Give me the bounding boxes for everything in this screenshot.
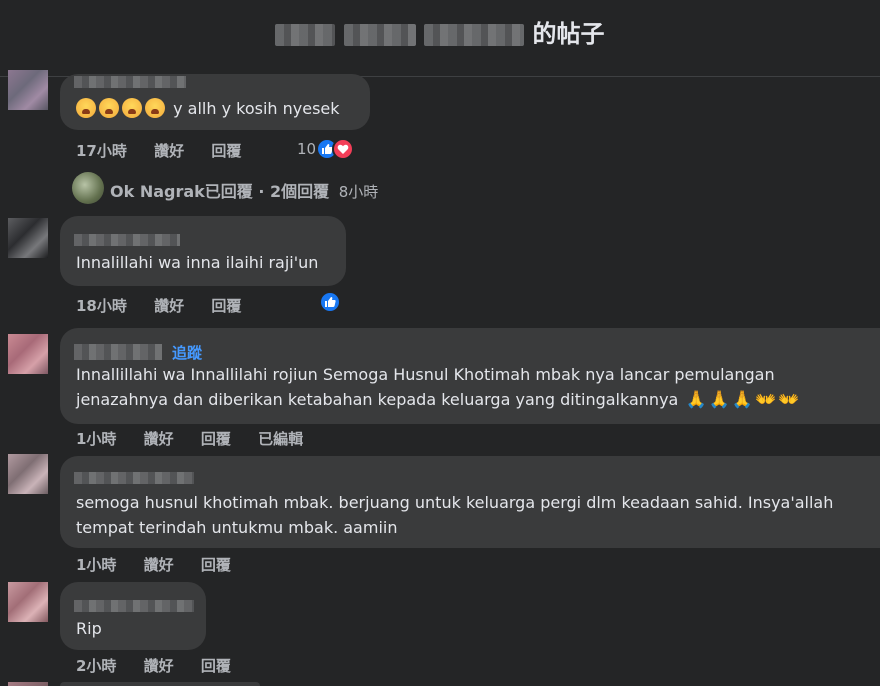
reply-button[interactable]: 回覆 [211,297,241,315]
cry-emoji [76,98,96,118]
view-replies-link[interactable]: Ok Nagrak已回覆 · 2個回覆 8小時 [110,178,378,202]
pray-emoji: 🙏 [708,390,730,410]
title-suffix: 的帖子 [532,20,605,48]
comment-time[interactable]: 17小時 [76,142,127,160]
comment-bubble: semoga husnul khotimah mbak. berjuang un… [60,456,880,548]
comment-bubble [60,682,260,686]
comment-actions: 1小時 讚好 回覆 [76,554,253,575]
commenter-name[interactable] [74,234,180,246]
comment-text: Innalillahi wa inna ilaihi raji'un [76,253,319,272]
avatar[interactable] [8,334,48,374]
comment-time[interactable]: 1小時 [76,430,116,448]
like-button[interactable]: 讚好 [144,430,174,448]
comment-actions: 1小時 讚好 回覆 已編輯 [76,428,325,449]
like-button[interactable]: 讚好 [144,657,174,675]
like-button[interactable]: 讚好 [144,556,174,574]
avatar[interactable] [8,70,48,110]
pray-emoji: 🙏 [731,390,753,410]
comment-bubble: 追蹤 Innallillahi wa Innallilahi rojiun Se… [60,328,880,424]
reply-button[interactable]: 回覆 [201,657,231,675]
cry-emoji [99,98,119,118]
comment-bubble: Innalillahi wa inna ilaihi raji'un [60,216,346,286]
comment-actions: 18小時 讚好 回覆 [76,295,263,316]
reaction-summary[interactable] [319,291,341,313]
blurred-name [343,24,416,46]
comment-text: y allh y kosih nyesek [76,96,340,121]
clap-hands-emoji: 👐 [754,390,777,410]
reply-avatar[interactable] [72,172,104,204]
comment-text: semoga husnul khotimah mbak. berjuang un… [76,493,834,537]
pray-emoji: 🙏 [685,390,707,410]
post-header: 的帖子 [0,0,880,77]
reaction-count: 10 [297,140,317,158]
reply-button[interactable]: 回覆 [201,556,231,574]
avatar[interactable] [8,582,48,622]
reply-count: 已回覆 · 2個回覆 [204,182,330,201]
reply-button[interactable]: 回覆 [211,142,241,160]
like-button[interactable]: 讚好 [154,297,184,315]
follow-button[interactable]: 追蹤 [172,342,202,363]
commenter-name[interactable] [74,76,186,88]
commenter-name[interactable] [74,344,162,360]
comment-bubble: Rip [60,582,206,650]
blurred-name [275,24,336,46]
reaction-summary[interactable]: 10 [297,138,355,160]
reply-time: 8小時 [338,183,379,201]
comment-text: Innallillahi wa Innallilahi rojiun Semog… [76,362,856,413]
comment-actions: 17小時 讚好 回覆 [76,140,263,161]
commenter-name[interactable] [74,600,194,612]
clap-hands-emoji: 👐 [778,390,800,410]
avatar[interactable] [8,682,48,686]
love-icon [332,138,355,160]
comment-actions: 2小時 讚好 回覆 [76,655,253,676]
cry-emoji [145,98,165,118]
cry-emoji [122,98,142,118]
edited-label: 已編輯 [258,430,304,448]
post-title: 的帖子 [0,14,880,49]
comment-bubble: y allh y kosih nyesek [60,74,370,130]
avatar[interactable] [8,218,48,258]
comment-text: Rip [76,619,102,638]
comment-time[interactable]: 2小時 [76,657,116,675]
avatar[interactable] [8,454,48,494]
comment-time[interactable]: 18小時 [76,297,127,315]
comment-time[interactable]: 1小時 [76,556,116,574]
blurred-name [424,24,525,46]
reply-author: Ok Nagrak [110,182,205,201]
like-button[interactable]: 讚好 [154,142,184,160]
reply-button[interactable]: 回覆 [201,430,231,448]
like-icon [319,291,341,313]
commenter-name[interactable] [74,472,194,484]
